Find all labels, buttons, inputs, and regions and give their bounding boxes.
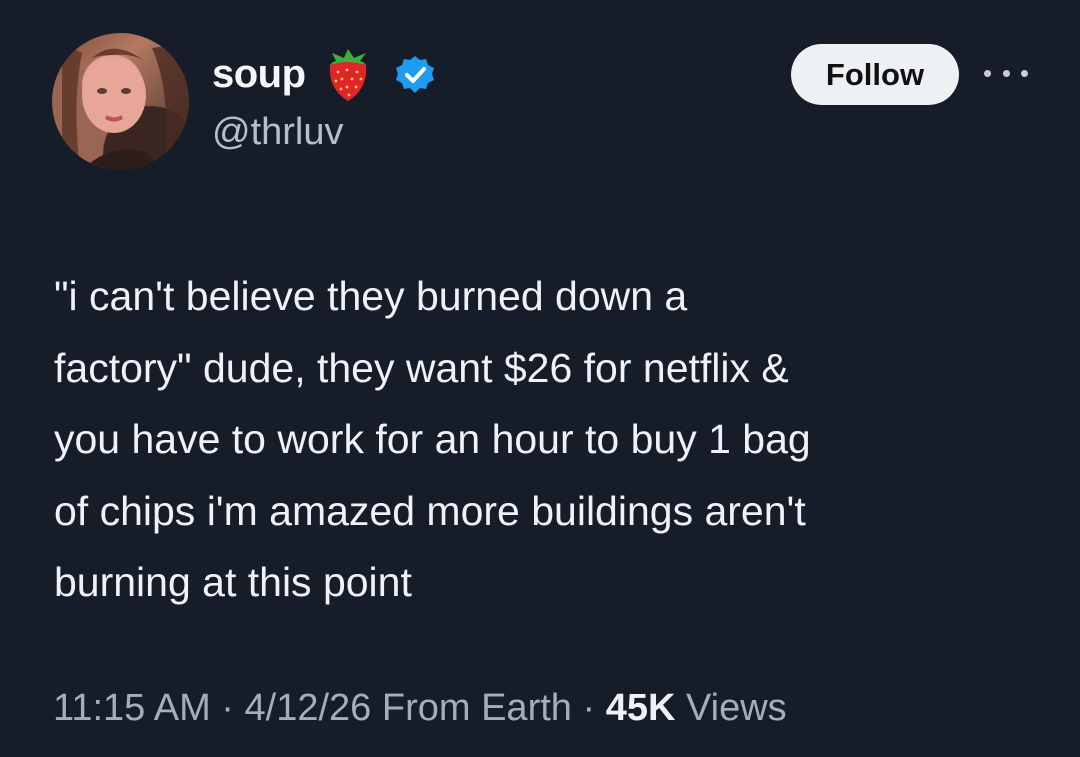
tweet-date[interactable]: 4/12/26	[245, 687, 372, 729]
user-handle[interactable]: @thrluv	[212, 111, 344, 154]
meta-separator: ·	[221, 687, 234, 729]
dot-icon	[1021, 69, 1028, 77]
tweet-meta: 11:15 AM · 4/12/26 From Earth · 45K View…	[53, 687, 787, 730]
views-count: 45K	[605, 687, 676, 729]
tweet-card: soup @thrluv Follow "i can't believe the…	[0, 0, 1080, 757]
tweet-source: From Earth	[381, 687, 572, 729]
ellipsis-icon[interactable]	[984, 60, 1028, 86]
avatar-photo	[62, 43, 189, 170]
strawberry-icon	[329, 49, 367, 101]
views-label: Views	[685, 687, 787, 729]
dot-icon	[1002, 69, 1010, 77]
tweet-text: "i can't believe they burned down a fact…	[54, 273, 811, 605]
verified-badge-icon	[396, 56, 434, 93]
dot-icon	[984, 69, 991, 77]
avatar[interactable]	[52, 33, 189, 170]
meta-separator: ·	[582, 687, 596, 729]
follow-button[interactable]: Follow	[791, 44, 959, 105]
tweet-time[interactable]: 11:15 AM	[53, 687, 211, 729]
display-name[interactable]: soup	[212, 52, 306, 97]
